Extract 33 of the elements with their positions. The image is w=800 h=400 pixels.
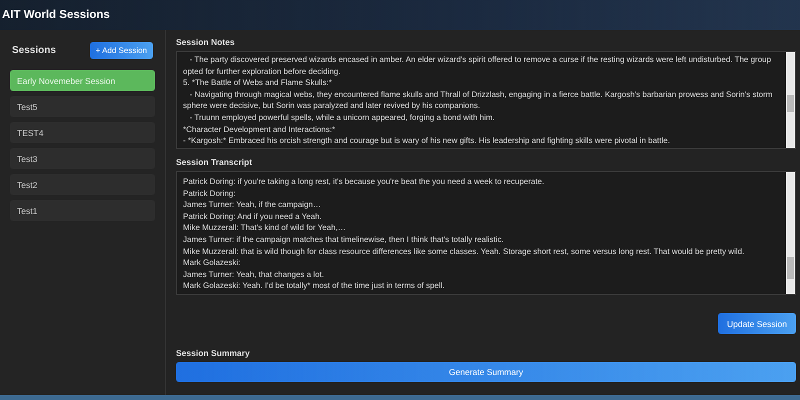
notes-label: Session Notes [176, 37, 236, 47]
transcript-line: James Turner: Yeah, if the campaign… [183, 199, 322, 211]
generate-summary-button[interactable]: Generate Summary [176, 362, 796, 382]
notes-line: - *Kargosh:* Embraced his orcish strength and courage but is wary of his new gifts. His leadership and fighting skills were pivotal in battle. [183, 135, 671, 147]
transcript-label: Session Transcript [176, 157, 254, 167]
session-item[interactable]: Test1 [10, 200, 155, 221]
session-item[interactable]: TEST4 [10, 122, 155, 143]
transcript-line: Mike Muzzerall: that is wild though for class resource differences like some classes. Yeah. Storage short rest, some versus long rest. That would be pretty wild. [183, 246, 746, 258]
transcript-line: Mike Muzzerall: That's kind of wild for Yeah,… [183, 222, 347, 234]
transcript-line: James Turner: Yeah, that changes a lot. [183, 268, 325, 280]
session-item[interactable]: Test3 [10, 148, 155, 169]
transcript-line: Patrick Doring: And if you need a Yeah. [183, 210, 323, 222]
update-session-button[interactable]: Update Session [718, 313, 796, 334]
transcript-line: Mark Golazeski: [183, 257, 242, 269]
notes-field[interactable] [176, 51, 796, 149]
transcript-line: Patrick Doring: if you're taking a long rest, it's because you're beat the you need a week to recuperate. [183, 176, 546, 188]
session-item[interactable]: Test2 [10, 174, 155, 195]
app-title: AIT World Sessions [2, 9, 110, 21]
scrollbar[interactable] [786, 172, 795, 294]
transcript-line: Mark Golazeski: Yeah. I'd be totally* most of the time just in terms of spell. [183, 280, 446, 292]
notes-line: 5. *The Battle of Webs and Flame Skulls:* [183, 77, 333, 89]
notes-line: - The party discovered preserved wizards encased in amber. An elder wizard's spirit offered to remove a curse if the resting wizards were left undisturbed. The group opted for further exploration before deciding. [183, 54, 772, 78]
transcript-field[interactable] [176, 171, 796, 295]
scrollbar[interactable] [786, 52, 795, 148]
transcript-line: James Turner: if the campaign matches that timelinewise, then I think that's totally realistic. [183, 234, 505, 246]
notes-line: *Character Development and Interactions:* [183, 124, 336, 136]
session-item[interactable]: Test5 [10, 96, 155, 117]
sidebar-title: Sessions [12, 45, 56, 56]
summary-label: Session Summary [176, 348, 251, 358]
transcript-line: Patrick Doring: [183, 188, 236, 200]
notes-line: - Navigating through magical webs, they encountered flame skulls and Thrall of Drizzlash, engaging in a fierce battle. Kargosh's barbarian prowess and Sorin's storm sphere were decisive, but Sorin was paralyzed and later revived by his companions. [183, 88, 774, 112]
notes-line: - Truunn employed powerful spells, while a unicorn appeared, forging a bond with him. [188, 112, 496, 124]
add-session-button[interactable]: + Add Session [90, 42, 153, 59]
